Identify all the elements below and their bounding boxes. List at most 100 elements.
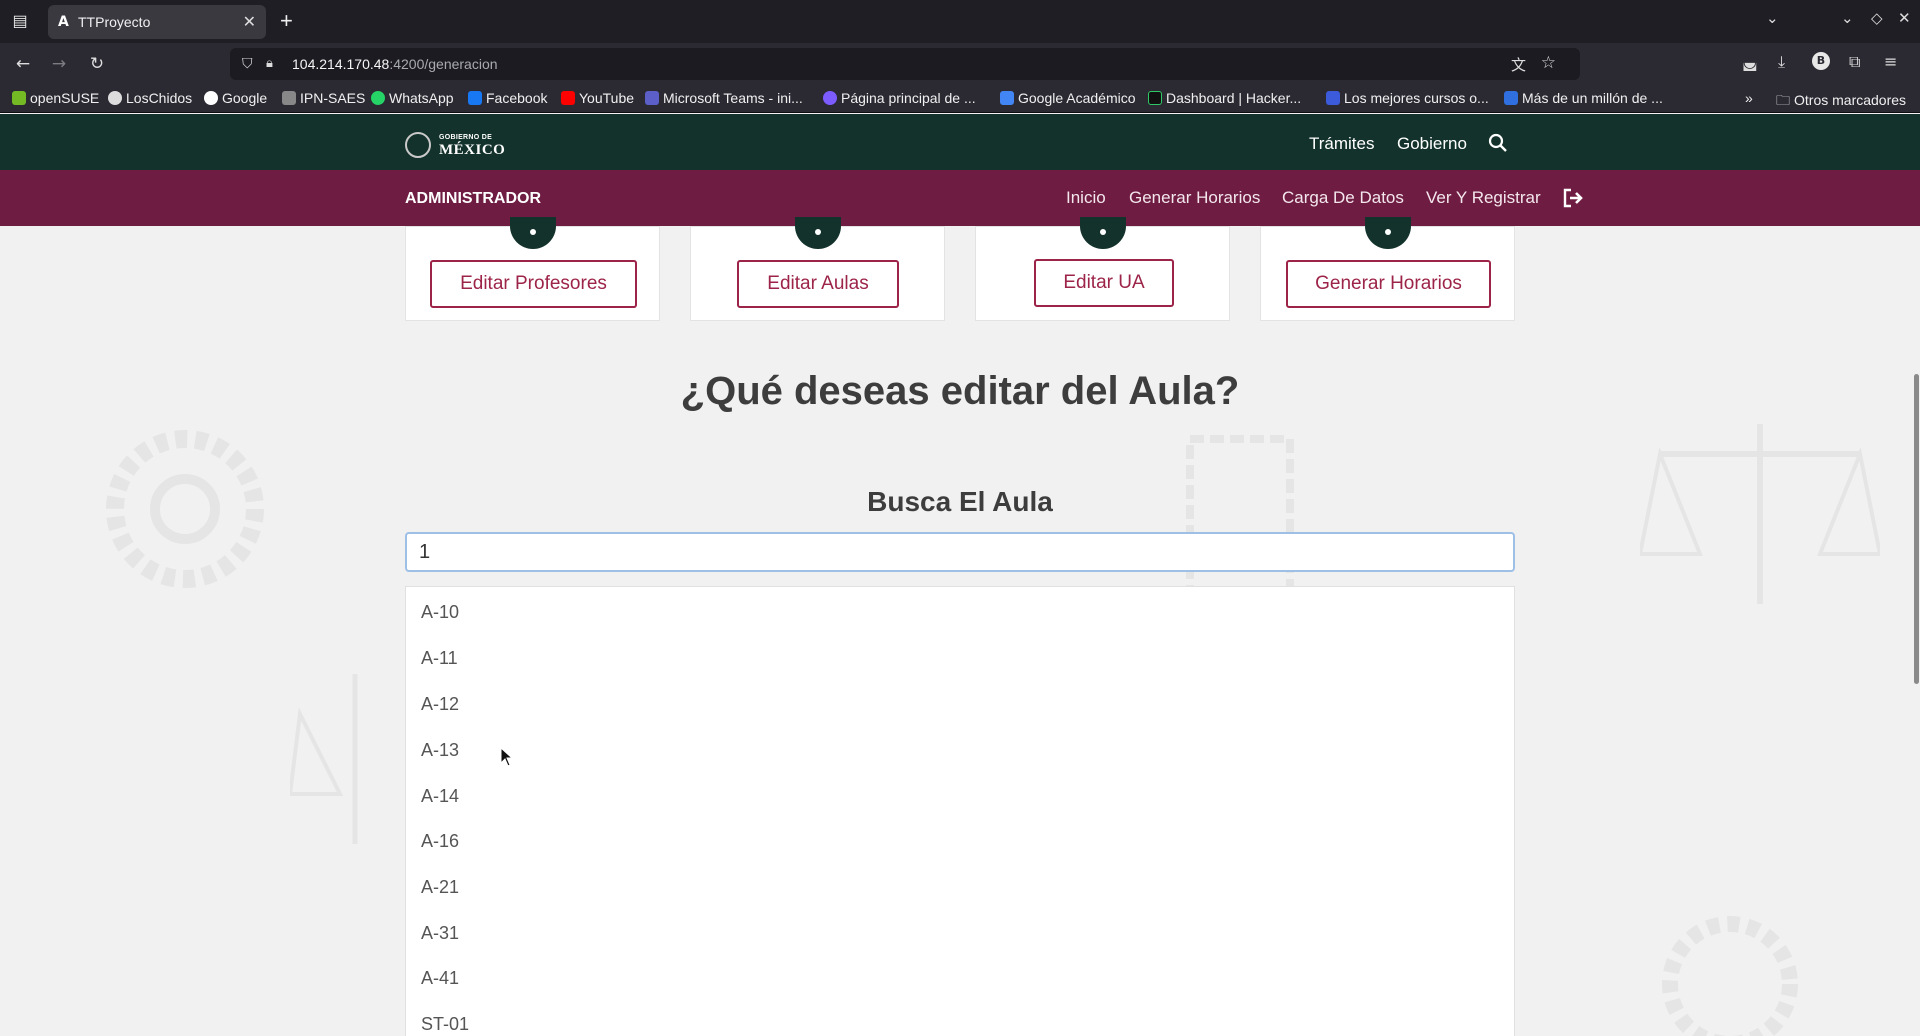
scales-decoration-icon (1640, 424, 1880, 604)
building-decoration-icon (1186, 435, 1294, 603)
translate-icon[interactable]: 文 (1511, 54, 1526, 75)
google-icon (204, 91, 218, 105)
url-path: :4200/generacion (389, 56, 498, 72)
search-icon[interactable] (1488, 133, 1508, 153)
bookmark-cursos[interactable]: Los mejores cursos o... (1326, 90, 1489, 106)
bookmark-pagina-principal[interactable]: Página principal de ... (823, 90, 976, 106)
puzzle-icon[interactable]: ⧉ (1849, 52, 1860, 72)
nav-link-inicio[interactable]: Inicio (1066, 188, 1106, 208)
page-heading: ¿Qué deseas editar del Aula? (680, 369, 1240, 413)
page-icon (823, 91, 837, 105)
result-item[interactable]: A-41 (421, 968, 459, 989)
browser-tab[interactable]: A TTProyecto ✕ (48, 5, 266, 39)
bookmarks-bar: openSUSE LosChidos Google IPN-SAES Whats… (0, 85, 1920, 113)
admin-title: ADMINISTRADOR (405, 190, 541, 207)
url-text[interactable]: 104.214.170.48:4200/generacion (292, 56, 498, 72)
bookmark-loschidos[interactable]: LosChidos (108, 90, 192, 106)
result-item[interactable]: ST-01 (421, 1014, 469, 1035)
folder-icon: 🗀 (1776, 92, 1790, 108)
logo-big-text: MÉXICO (439, 142, 506, 158)
admin-nav-bar: ADMINISTRADOR Inicio Generar Horarios Ca… (0, 170, 1920, 226)
reload-icon[interactable]: ↻ (84, 51, 110, 77)
bookmark-ipn-saes[interactable]: IPN-SAES (282, 90, 365, 106)
browser-nav-bar: ← → ↻ ⛉ 🔒︎ 104.214.170.48:4200/generacio… (0, 43, 1920, 85)
bookmark-youtube[interactable]: YouTube (561, 90, 634, 106)
editar-aulas-button[interactable]: Editar Aulas (737, 260, 899, 308)
download-icon[interactable]: ⤓ (1778, 52, 1785, 72)
result-item[interactable]: A-11 (421, 648, 458, 669)
angular-favicon-icon: A (58, 14, 69, 30)
bookmark-otros-marcadores[interactable]: 🗀 Otros marcadores (1776, 90, 1906, 114)
result-item[interactable]: A-21 (421, 877, 459, 898)
result-item[interactable]: A-16 (421, 831, 459, 852)
gobierno-logo[interactable]: GOBIERNO DE MÉXICO (405, 132, 505, 160)
gob-link-tramites[interactable]: Trámites (1309, 134, 1375, 154)
nav-link-carga-de-datos[interactable]: Carga De Datos (1282, 188, 1404, 208)
card-badge-icon (1080, 217, 1126, 249)
aula-search-input[interactable] (405, 532, 1515, 572)
editar-ua-button[interactable]: Editar UA (1034, 259, 1174, 307)
address-bar[interactable]: ⛉ 🔒︎ 104.214.170.48:4200/generacion 文 ☆ (230, 48, 1580, 80)
bookmark-hackerrank[interactable]: Dashboard | Hacker... (1148, 90, 1301, 106)
shield-icon[interactable]: ⛉ (242, 55, 253, 72)
site-icon (1504, 91, 1518, 105)
bookmarks-overflow-chevron-icon[interactable]: » (1745, 90, 1753, 106)
star-icon[interactable]: ☆ (1541, 53, 1556, 73)
result-item[interactable]: A-13 (421, 740, 459, 761)
minimize-icon[interactable]: ⌄ (1841, 9, 1854, 27)
logo-small-text: GOBIERNO DE (439, 134, 493, 141)
url-host: 104.214.170.48 (292, 56, 390, 72)
maximize-icon[interactable]: ◇ (1871, 9, 1883, 27)
gear-bottom-decoration-icon (1662, 916, 1798, 1036)
card-profesores: Editar Profesores (405, 217, 660, 321)
bookmark-microsoft-teams[interactable]: Microsoft Teams - ini... (645, 90, 803, 106)
mexico-seal-icon (405, 132, 431, 158)
tab-list-icon[interactable]: ▤ (8, 11, 32, 33)
bookmark-whatsapp[interactable]: WhatsApp (371, 90, 454, 106)
tab-title: TTProyecto (78, 14, 151, 30)
browser-tab-bar: ▤ A TTProyecto ✕ + ⌄ ⌄ ◇ ✕ (0, 0, 1920, 43)
github-icon (108, 91, 122, 105)
generar-horarios-button[interactable]: Generar Horarios (1286, 260, 1491, 308)
hamburger-icon[interactable]: ≡ (1884, 52, 1897, 71)
lock-icon[interactable]: 🔒︎ (266, 55, 273, 71)
whatsapp-icon (371, 91, 385, 105)
result-item[interactable]: A-12 (421, 694, 459, 715)
logout-icon[interactable] (1562, 188, 1584, 208)
page-scrollbar[interactable] (1914, 374, 1919, 684)
back-arrow-icon[interactable]: ← (10, 51, 36, 77)
scale-left-decoration-icon (290, 674, 358, 844)
card-badge-icon (795, 217, 841, 249)
pocket-icon[interactable]: ◛ (1742, 52, 1758, 71)
result-item[interactable]: A-14 (421, 786, 459, 807)
ipn-icon (282, 91, 296, 105)
opensuse-icon (12, 91, 26, 105)
card-ua: Editar UA (975, 217, 1230, 321)
teams-icon (645, 91, 659, 105)
profile-avatar-icon[interactable]: B (1812, 52, 1830, 70)
result-item[interactable]: A-31 (421, 923, 459, 944)
facebook-icon (468, 91, 482, 105)
search-heading: Busca El Aula (867, 486, 1053, 517)
close-tab-icon[interactable]: ✕ (243, 12, 256, 32)
nav-link-generar-horarios[interactable]: Generar Horarios (1129, 188, 1260, 208)
bookmark-mas-de-un-millon[interactable]: Más de un millón de ... (1504, 90, 1663, 106)
forward-arrow-icon[interactable]: → (46, 51, 72, 77)
editar-profesores-button[interactable]: Editar Profesores (430, 260, 637, 308)
card-badge-icon (510, 217, 556, 249)
gear-decoration-icon (106, 430, 264, 588)
bookmark-google-academico[interactable]: Google Académico (1000, 90, 1136, 106)
result-item[interactable]: A-10 (421, 602, 459, 623)
nav-link-ver-y-registrar[interactable]: Ver Y Registrar (1426, 188, 1541, 208)
list-all-tabs-chevron-icon[interactable]: ⌄ (1766, 9, 1779, 27)
hackerrank-icon (1148, 91, 1162, 105)
bookmark-facebook[interactable]: Facebook (468, 90, 547, 106)
gob-link-gobierno[interactable]: Gobierno (1397, 134, 1467, 154)
scholar-icon (1000, 91, 1014, 105)
close-window-icon[interactable]: ✕ (1898, 9, 1911, 27)
new-tab-plus-icon[interactable]: + (280, 8, 293, 34)
bookmark-opensuse[interactable]: openSUSE (12, 90, 99, 106)
mouse-cursor-icon (500, 747, 514, 767)
bookmark-google[interactable]: Google (204, 90, 267, 106)
autocomplete-results: A-10 A-11 A-12 A-13 A-14 A-16 A-21 A-31 … (405, 586, 1515, 1036)
